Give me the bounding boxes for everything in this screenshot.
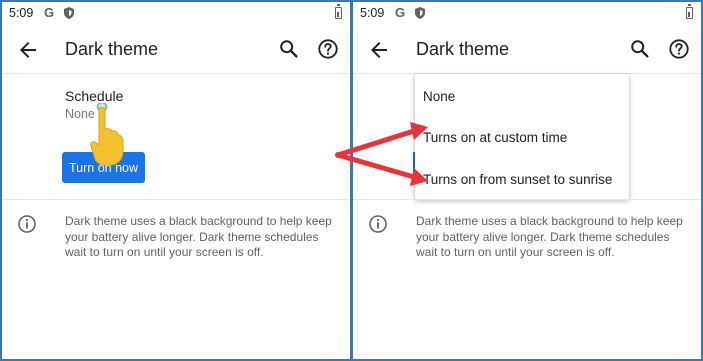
red-arrow-icon — [335, 122, 428, 186]
